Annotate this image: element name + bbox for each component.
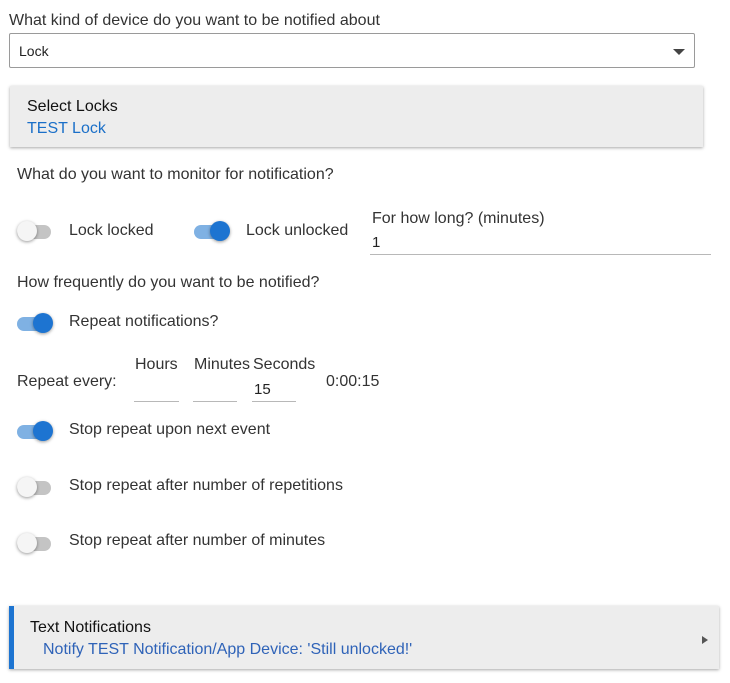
lock-unlocked-label: Lock unlocked xyxy=(246,222,349,239)
seconds-input[interactable] xyxy=(252,377,296,402)
lock-locked-label: Lock locked xyxy=(69,222,154,239)
minutes-label: Minutes xyxy=(194,356,251,373)
device-type-question: What kind of device do you want to be no… xyxy=(9,12,380,29)
monitor-question: What do you want to monitor for notifica… xyxy=(17,166,334,183)
select-locks-card[interactable]: Select Locks TEST Lock xyxy=(10,86,703,147)
stop-after-repetitions-toggle[interactable] xyxy=(17,476,53,498)
stop-after-repetitions-label: Stop repeat after number of repetitions xyxy=(69,477,343,494)
repeat-notifications-toggle[interactable] xyxy=(17,312,53,334)
frequency-question: How frequently do you want to be notifie… xyxy=(17,274,320,291)
text-notifications-card[interactable]: Text Notifications Notify TEST Notificat… xyxy=(9,606,719,669)
repeat-every-label: Repeat every: xyxy=(17,373,117,390)
hours-input[interactable] xyxy=(134,377,179,402)
device-type-select[interactable]: Lock xyxy=(9,33,695,68)
text-notifications-title: Text Notifications xyxy=(30,619,151,636)
chevron-down-icon xyxy=(673,49,685,55)
text-notifications-summary: Notify TEST Notification/App Device: 'St… xyxy=(43,641,413,658)
duration-label: For how long? (minutes) xyxy=(372,210,545,227)
select-locks-title: Select Locks xyxy=(27,98,118,115)
seconds-label: Seconds xyxy=(253,356,316,373)
hours-label: Hours xyxy=(135,356,178,373)
stop-after-minutes-label: Stop repeat after number of minutes xyxy=(69,532,326,549)
lock-locked-toggle[interactable] xyxy=(17,220,53,242)
lock-unlocked-toggle[interactable] xyxy=(194,220,230,242)
computed-interval: 0:00:15 xyxy=(326,373,380,390)
repeat-notifications-label: Repeat notifications? xyxy=(69,313,219,330)
duration-input[interactable] xyxy=(370,231,711,255)
stop-after-minutes-toggle[interactable] xyxy=(17,532,53,554)
stop-next-event-toggle[interactable] xyxy=(17,420,53,442)
stop-next-event-label: Stop repeat upon next event xyxy=(69,421,271,438)
minutes-input[interactable] xyxy=(193,377,237,402)
device-type-selected-value: Lock xyxy=(19,43,49,59)
chevron-right-icon[interactable] xyxy=(702,636,708,644)
select-locks-value: TEST Lock xyxy=(27,120,106,137)
